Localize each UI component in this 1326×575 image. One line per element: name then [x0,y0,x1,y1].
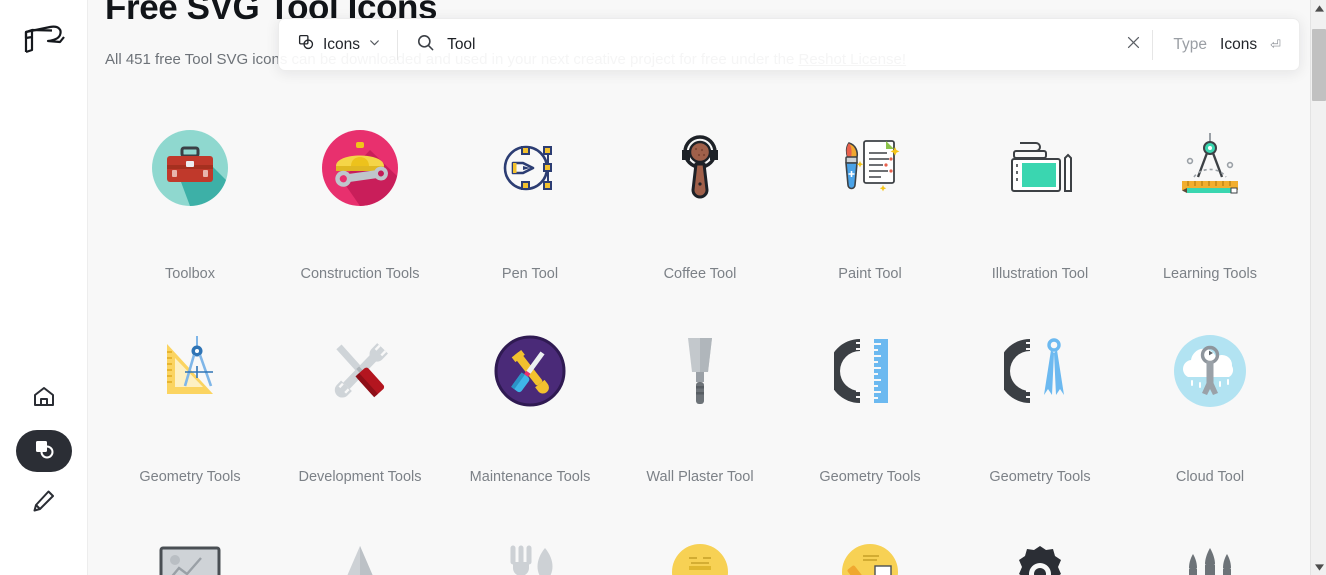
icon-card[interactable]: Toolbox [105,92,275,295]
icon-card-label: Learning Tools [1162,266,1258,282]
close-icon [1125,34,1142,56]
wrench-screwdriver-cross-icon [312,323,408,419]
icon-card[interactable] [275,498,445,575]
icon-card-label: Wall Plaster Tool [646,469,754,485]
icon-card-label: Cloud Tool [1175,469,1245,485]
search-type-hint: Type Icons ⏎ [1153,36,1299,54]
scrollbar-thumb[interactable] [1312,29,1326,101]
icon-card-label: Coffee Tool [663,266,737,282]
pencil-icon [31,488,57,519]
icon-card-label: Toolbox [165,266,215,282]
icon-card[interactable]: Geometry Tools [955,295,1125,498]
main-content: Free SVG Tool Icons All 451 free Tool SV… [88,0,1310,575]
icon-card-label: Pen Tool [501,266,559,282]
compass-ruler-pencil-icon [1162,120,1258,216]
icon-card[interactable]: Learning Tools [1125,92,1295,295]
sidebar-item-home[interactable] [16,378,72,420]
reshot-logo[interactable] [20,18,68,62]
protractor-compass-icon [992,323,1088,419]
icon-card[interactable]: Paint Tool [785,92,955,295]
icon-card[interactable]: Cloud Tool [1125,295,1295,498]
icon-card[interactable]: Development Tools [275,295,445,498]
drawing-tablet-icon [992,120,1088,216]
icon-card-label: Paint Tool [838,266,902,282]
icon-card[interactable]: Coffee Tool [615,92,785,295]
toolbox-flat-circle-icon [142,120,238,216]
icon-card[interactable] [1125,498,1295,575]
search-overlay: Icons Tool Type Icons ⏎ [278,18,1300,71]
icon-card-label: Maintenance Tools [469,469,591,485]
trowel-icon [652,323,748,419]
icon-card[interactable]: Maintenance Tools [445,295,615,498]
search-type-label: Icons [323,35,361,53]
icon-card[interactable]: Geometry Tools [785,295,955,498]
dark-eye-gear-icon [992,526,1088,575]
pen-tool-anchor-icon [482,120,578,216]
sidebar-item-icons[interactable] [16,430,72,472]
shapes-icon [32,437,56,466]
icon-card[interactable]: Construction Tools [275,92,445,295]
wrench-screwdriver-purple-circle-icon [482,323,578,419]
shapes-icon [297,33,315,56]
icon-card-label: Geometry Tools [989,469,1091,485]
hardhat-wrench-circle-icon [312,120,408,216]
icon-card[interactable] [785,498,955,575]
hint-key-label: Type [1173,35,1208,53]
cloud-wrench-circle-icon [1162,323,1258,419]
yellow-pencil-note-icon [822,526,918,575]
paintbrush-document-icon [822,120,918,216]
search-icon [416,33,435,57]
return-key-icon: ⏎ [1270,36,1281,52]
icon-card-label: Geometry Tools [819,469,921,485]
dark-pen-set-icon [1162,526,1258,575]
icon-grid: Toolbox Construction Tools Pen Tool Coff… [105,92,1295,575]
search-field[interactable] [398,19,1114,70]
icon-card[interactable]: Geometry Tools [105,295,275,498]
icon-card-label: Construction Tools [300,266,420,282]
monitor-chart-icon [142,526,238,575]
fork-knife-gray-icon [482,526,578,575]
icon-card[interactable]: Pen Tool [445,92,615,295]
clear-search-button[interactable] [1114,19,1152,70]
icon-card-label: Geometry Tools [139,469,241,485]
triangle-ruler-compass-icon [142,323,238,419]
icon-card[interactable] [955,498,1125,575]
gray-triangle-icon [312,526,408,575]
chevron-down-icon [368,36,381,54]
sidebar-item-illustrations[interactable] [16,482,72,524]
vertical-scrollbar[interactable] [1310,0,1326,575]
sidebar-nav [0,378,88,524]
app-root: Free SVG Tool Icons All 451 free Tool SV… [0,0,1326,575]
icon-card[interactable]: Wall Plaster Tool [615,295,785,498]
caret-up-icon[interactable] [1311,0,1326,16]
left-sidebar [0,0,88,575]
yellow-envelope-icon [652,526,748,575]
icon-card-label: Illustration Tool [991,266,1089,282]
portafilter-icon [652,120,748,216]
icon-card[interactable] [615,498,785,575]
caret-down-icon[interactable] [1311,559,1326,575]
icon-card[interactable] [105,498,275,575]
home-icon [31,384,57,415]
protractor-ruler-icon [822,323,918,419]
icon-card[interactable]: Illustration Tool [955,92,1125,295]
icon-card[interactable] [445,498,615,575]
hint-value-label: Icons [1220,35,1258,53]
icon-card-label: Development Tools [298,469,422,485]
search-type-dropdown[interactable]: Icons [279,19,397,70]
search-input[interactable] [447,35,1097,54]
